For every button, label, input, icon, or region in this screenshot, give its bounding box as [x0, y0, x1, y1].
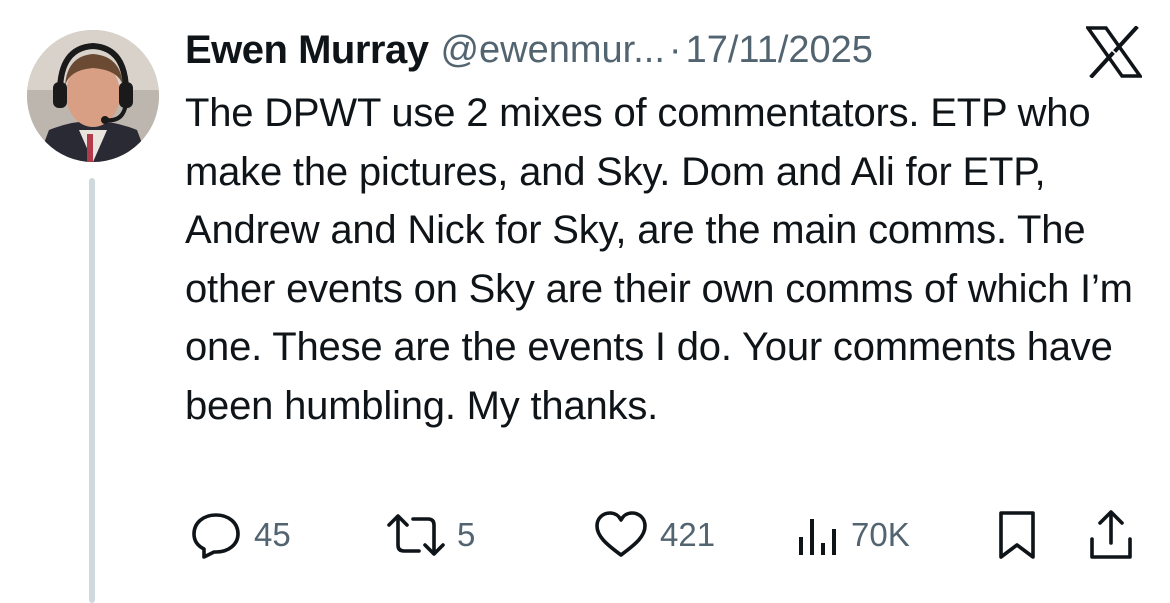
x-logo-icon — [1084, 25, 1144, 79]
repost-count: 5 — [457, 516, 476, 553]
views-button[interactable]: 70K — [795, 505, 910, 565]
action-bar: 45 5 421 70K — [0, 505, 1170, 565]
reply-count: 45 — [254, 516, 291, 553]
tweet-text: The DPWT use 2 mixes of commentators. ET… — [185, 91, 1133, 428]
bookmark-icon — [999, 511, 1035, 559]
share-button[interactable] — [1086, 505, 1136, 565]
author-name[interactable]: Ewen Murray — [185, 28, 429, 73]
repost-icon — [387, 514, 445, 556]
views-count: 70K — [851, 516, 910, 553]
author-handle[interactable]: @ewenmur... — [440, 29, 664, 72]
reply-icon — [192, 513, 240, 559]
separator-dot: · — [668, 28, 682, 71]
views-icon — [799, 519, 836, 555]
avatar-photo — [27, 30, 159, 162]
heart-icon — [595, 511, 647, 557]
reply-button[interactable]: 45 — [188, 505, 291, 565]
bookmark-button[interactable] — [995, 505, 1039, 565]
share-icon — [1090, 510, 1132, 559]
avatar[interactable] — [27, 30, 159, 162]
repost-button[interactable]: 5 — [385, 505, 475, 565]
tweet-header: Ewen Murray @ewenmur... · 17/11/2025 — [185, 22, 873, 78]
tweet-date[interactable]: 17/11/2025 — [686, 29, 873, 72]
like-count: 421 — [660, 516, 716, 553]
like-button[interactable]: 421 — [592, 505, 715, 565]
